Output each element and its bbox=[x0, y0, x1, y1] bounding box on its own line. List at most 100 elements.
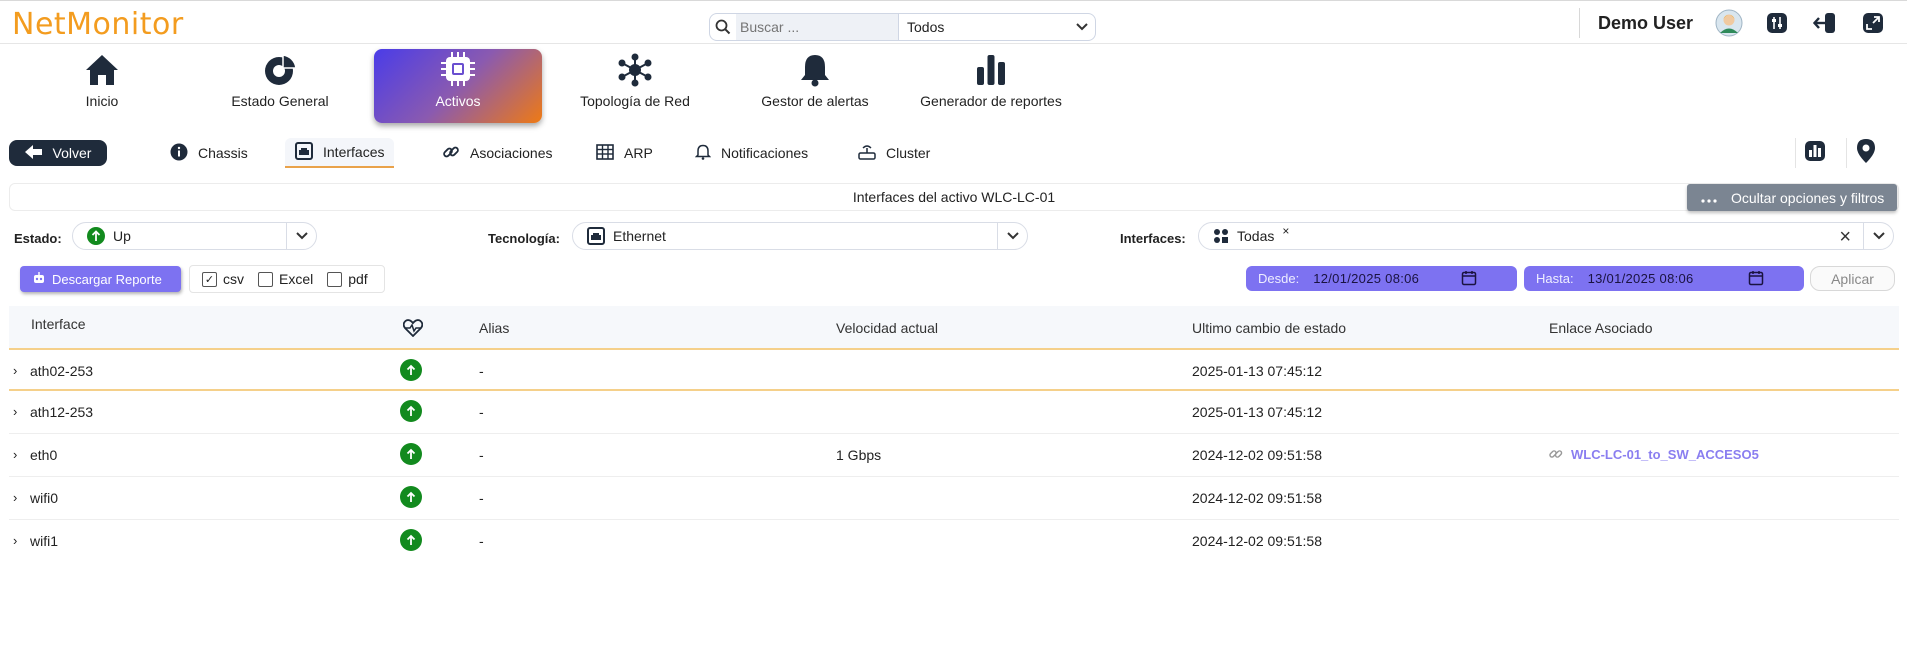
date-to-field[interactable]: Hasta: 13/01/2025 08:06 bbox=[1524, 266, 1804, 291]
format-csv[interactable]: ✓ csv bbox=[202, 271, 244, 287]
tab-notificaciones[interactable]: Notificaciones bbox=[694, 138, 809, 168]
bar-chart-icon bbox=[1804, 140, 1826, 167]
expand-icon[interactable] bbox=[1859, 9, 1887, 37]
status-up-icon bbox=[87, 227, 105, 245]
apply-button[interactable]: Aplicar bbox=[1810, 266, 1895, 291]
bar-chart-icon bbox=[920, 49, 1062, 87]
user-name[interactable]: Demo User bbox=[1598, 13, 1693, 34]
csv-checkbox[interactable]: ✓ bbox=[202, 271, 217, 287]
estado-value: Up bbox=[113, 228, 131, 244]
expand-chevron-icon[interactable]: › bbox=[13, 447, 17, 462]
nav-item-activos[interactable]: Activos bbox=[374, 49, 542, 123]
tab-label: ARP bbox=[624, 145, 653, 161]
alias-cell: - bbox=[479, 404, 484, 420]
info-icon bbox=[170, 143, 188, 164]
nav-label: Estado General bbox=[231, 93, 329, 109]
user-area: Demo User bbox=[1578, 1, 1907, 45]
format-label: pdf bbox=[348, 271, 368, 287]
app-logo[interactable]: NetMonitor bbox=[12, 7, 184, 42]
download-report-label: Descargar Reporte bbox=[52, 271, 162, 287]
grid-icon bbox=[1213, 228, 1229, 244]
more-dots-icon bbox=[1701, 190, 1717, 206]
col-alias[interactable]: Alias bbox=[479, 320, 509, 336]
link-cell[interactable]: WLC-LC-01_to_SW_ACCESO5 bbox=[1571, 447, 1759, 462]
robot-icon bbox=[32, 271, 46, 288]
nav-item-generador-reportes[interactable]: Generador de reportes bbox=[920, 49, 1062, 121]
alias-cell: - bbox=[479, 490, 484, 506]
nav-item-topologia[interactable]: Topología de Red bbox=[575, 49, 695, 121]
table-row[interactable]: › wifi0 - 2024-12-02 09:51:58 bbox=[9, 477, 1899, 520]
col-interface[interactable]: Interface bbox=[31, 316, 85, 332]
status-up-icon bbox=[400, 443, 422, 465]
nav-item-gestor-alertas[interactable]: Gestor de alertas bbox=[755, 49, 875, 121]
excel-checkbox[interactable] bbox=[258, 271, 273, 287]
logout-icon[interactable] bbox=[1811, 9, 1839, 37]
estado-select[interactable]: Up bbox=[72, 222, 317, 250]
interfaces-value: Todas bbox=[1237, 228, 1275, 244]
last-change-cell: 2025-01-13 07:45:12 bbox=[1192, 404, 1322, 420]
remove-chip-icon[interactable]: × bbox=[1282, 224, 1289, 238]
search-icon bbox=[710, 19, 736, 35]
settings-sliders-icon[interactable] bbox=[1763, 9, 1791, 37]
table-row[interactable]: › ath12-253 - 2025-01-13 07:45:12 bbox=[9, 391, 1899, 434]
format-options: ✓ csv Excel pdf bbox=[189, 265, 385, 293]
search-scope-value: Todos bbox=[907, 19, 945, 35]
sub-nav: Volver Chassis Interfaces Asociaciones A… bbox=[0, 138, 1907, 168]
tab-label: Notificaciones bbox=[721, 145, 809, 161]
table-row[interactable]: › eth0 - 1 Gbps 2024-12-02 09:51:58 WLC-… bbox=[9, 434, 1899, 477]
tab-interfaces[interactable]: Interfaces bbox=[285, 138, 395, 168]
speed-cell: 1 Gbps bbox=[836, 447, 882, 463]
tab-asociaciones[interactable]: Asociaciones bbox=[442, 138, 553, 168]
stats-view-button[interactable] bbox=[1795, 138, 1833, 168]
chevron-down-icon bbox=[997, 223, 1027, 249]
chevron-down-icon bbox=[1863, 223, 1893, 249]
col-link[interactable]: Enlace Asociado bbox=[1549, 320, 1653, 336]
col-last-change[interactable]: Ultimo cambio de estado bbox=[1192, 320, 1346, 336]
expand-chevron-icon[interactable]: › bbox=[13, 404, 17, 419]
date-from-value: 12/01/2025 08:06 bbox=[1313, 271, 1420, 286]
pdf-checkbox[interactable] bbox=[327, 271, 343, 287]
table-row[interactable]: › ath02-253 - 2025-01-13 07:45:12 bbox=[9, 348, 1899, 391]
format-excel[interactable]: Excel bbox=[258, 271, 313, 287]
expand-chevron-icon[interactable]: › bbox=[13, 533, 17, 548]
table-row[interactable]: › wifi1 - 2024-12-02 09:51:58 bbox=[9, 520, 1899, 563]
date-from-label: Desde: bbox=[1258, 271, 1300, 286]
nav-item-inicio[interactable]: Inicio bbox=[52, 49, 152, 121]
router-icon bbox=[858, 144, 876, 163]
col-speed[interactable]: Velocidad actual bbox=[836, 320, 938, 336]
back-button[interactable]: Volver bbox=[9, 140, 107, 166]
avatar[interactable] bbox=[1715, 9, 1743, 37]
nav-item-estado-general[interactable]: Estado General bbox=[225, 49, 335, 121]
expand-chevron-icon[interactable]: › bbox=[13, 490, 17, 505]
tab-cluster[interactable]: Cluster bbox=[858, 138, 930, 168]
tecnologia-select[interactable]: Ethernet bbox=[572, 222, 1028, 250]
download-report-button[interactable]: Descargar Reporte bbox=[20, 266, 181, 292]
link-icon bbox=[442, 143, 460, 164]
search-input[interactable] bbox=[736, 14, 898, 40]
bell-icon bbox=[755, 49, 875, 87]
map-location-button[interactable] bbox=[1846, 138, 1884, 168]
interfaces-label: Interfaces: bbox=[1120, 231, 1186, 246]
calendar-icon[interactable] bbox=[1748, 270, 1764, 289]
tab-label: Asociaciones bbox=[470, 145, 553, 161]
clear-icon[interactable]: × bbox=[1839, 226, 1851, 249]
calendar-icon[interactable] bbox=[1461, 270, 1477, 289]
estado-label: Estado: bbox=[14, 231, 62, 246]
interface-name: eth0 bbox=[30, 447, 58, 463]
format-pdf[interactable]: pdf bbox=[327, 271, 368, 287]
last-change-cell: 2024-12-02 09:51:58 bbox=[1192, 533, 1322, 549]
map-pin-icon bbox=[1856, 138, 1876, 169]
tab-chassis[interactable]: Chassis bbox=[170, 138, 248, 168]
last-change-cell: 2024-12-02 09:51:58 bbox=[1192, 447, 1322, 463]
expand-chevron-icon[interactable]: › bbox=[13, 363, 17, 378]
search-scope-select[interactable]: Todos bbox=[898, 14, 1095, 40]
tab-arp[interactable]: ARP bbox=[596, 138, 653, 168]
alias-cell: - bbox=[479, 363, 484, 379]
date-from-field[interactable]: Desde: 12/01/2025 08:06 bbox=[1246, 266, 1517, 291]
last-change-cell: 2024-12-02 09:51:58 bbox=[1192, 490, 1322, 506]
alias-cell: - bbox=[479, 447, 484, 463]
last-change-cell: 2025-01-13 07:45:12 bbox=[1192, 363, 1322, 379]
interfaces-select[interactable]: Todas × × bbox=[1198, 222, 1894, 250]
hide-filters-button[interactable]: Ocultar opciones y filtros bbox=[1687, 184, 1897, 211]
pie-chart-icon bbox=[225, 49, 335, 87]
